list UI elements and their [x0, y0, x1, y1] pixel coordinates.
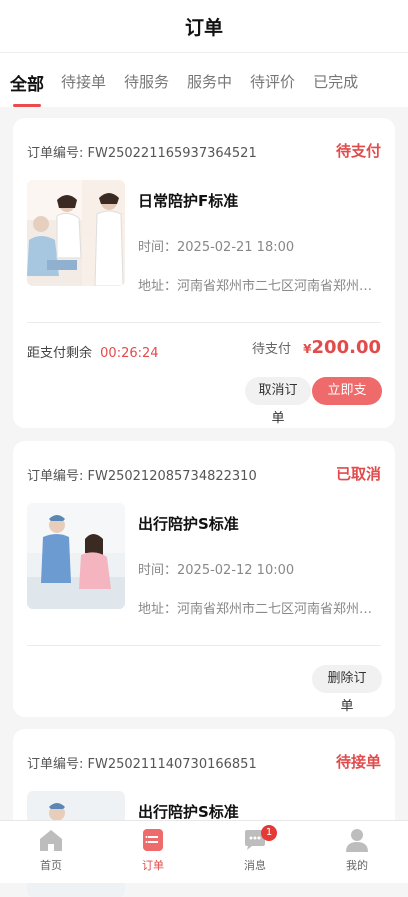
service-address: 地址：河南省郑州市二七区河南省郑州市二七区 [138, 279, 383, 294]
order-number: 订单编号: FW250221165937364521 [27, 146, 257, 161]
order-tabs: 全部 待接单 待服务 服务中 待评价 已完成 [0, 53, 408, 107]
service-image [27, 503, 125, 609]
price-value: 200.00 [311, 337, 381, 358]
service-name: 日常陪护F标准 [138, 192, 239, 210]
nav-label: 我的 [346, 859, 368, 872]
countdown-label: 距支付剩余 [27, 346, 93, 361]
page-title: 订单 [184, 16, 223, 39]
order-card[interactable]: 订单编号: FW250212085734822310 已取消 出行陪护S标准 时… [13, 441, 395, 717]
price-line: 待支付 ¥200.00 [252, 337, 381, 358]
divider [27, 322, 381, 323]
tab-pending-review[interactable]: 待评价 [250, 71, 295, 92]
payment-countdown: 距支付剩余 00:26:24 [27, 342, 159, 361]
service-image [27, 180, 125, 286]
nav-home[interactable]: 首页 [11, 821, 91, 873]
service-address: 地址：河南省郑州市二七区河南省郑州市二七区 [138, 602, 383, 617]
divider [27, 645, 381, 646]
service-time: 时间：2025-02-12 10:00 [138, 563, 295, 578]
status-badge: 待支付 [335, 142, 381, 160]
service-time: 时间：2025-02-21 18:00 [138, 240, 295, 255]
tab-in-service[interactable]: 服务中 [187, 71, 232, 92]
status-badge: 待接单 [335, 753, 381, 771]
price-label: 待支付 [252, 342, 292, 357]
tab-all[interactable]: 全部 [10, 70, 44, 107]
header: 订单 [0, 0, 408, 53]
user-icon [346, 829, 368, 852]
nav-orders[interactable]: 订单 [113, 821, 193, 873]
nav-label: 首页 [40, 859, 62, 872]
unread-badge: 1 [261, 825, 277, 841]
order-number: 订单编号: FW250211140730166851 [27, 757, 257, 772]
currency-symbol: ¥ [303, 342, 312, 356]
countdown-timer: 00:26:24 [100, 346, 159, 361]
nav-label: 消息 [244, 859, 266, 872]
order-icon [143, 829, 163, 851]
tab-completed[interactable]: 已完成 [313, 71, 358, 92]
home-icon [40, 830, 62, 851]
cancel-order-button[interactable]: 取消订单 [245, 377, 311, 426]
bottom-navbar: 首页 订单 1 消息 我的 [0, 820, 408, 883]
tab-pending-accept[interactable]: 待接单 [61, 71, 106, 92]
status-badge: 已取消 [335, 465, 381, 483]
service-name: 出行陪护S标准 [138, 515, 239, 533]
order-number: 订单编号: FW250212085734822310 [27, 469, 257, 484]
tab-pending-service[interactable]: 待服务 [124, 71, 169, 92]
service-name: 出行陪护S标准 [138, 803, 239, 821]
pay-now-button[interactable]: 立即支付 [312, 377, 382, 426]
order-card[interactable]: 订单编号: FW250221165937364521 待支付 日常陪护F标准 时… [13, 118, 395, 428]
nav-profile[interactable]: 我的 [317, 821, 397, 873]
nav-label: 订单 [142, 859, 164, 872]
nav-messages[interactable]: 1 消息 [215, 821, 295, 873]
price-amount: ¥200.00 [303, 337, 381, 358]
delete-order-button[interactable]: 删除订单 [312, 665, 382, 714]
